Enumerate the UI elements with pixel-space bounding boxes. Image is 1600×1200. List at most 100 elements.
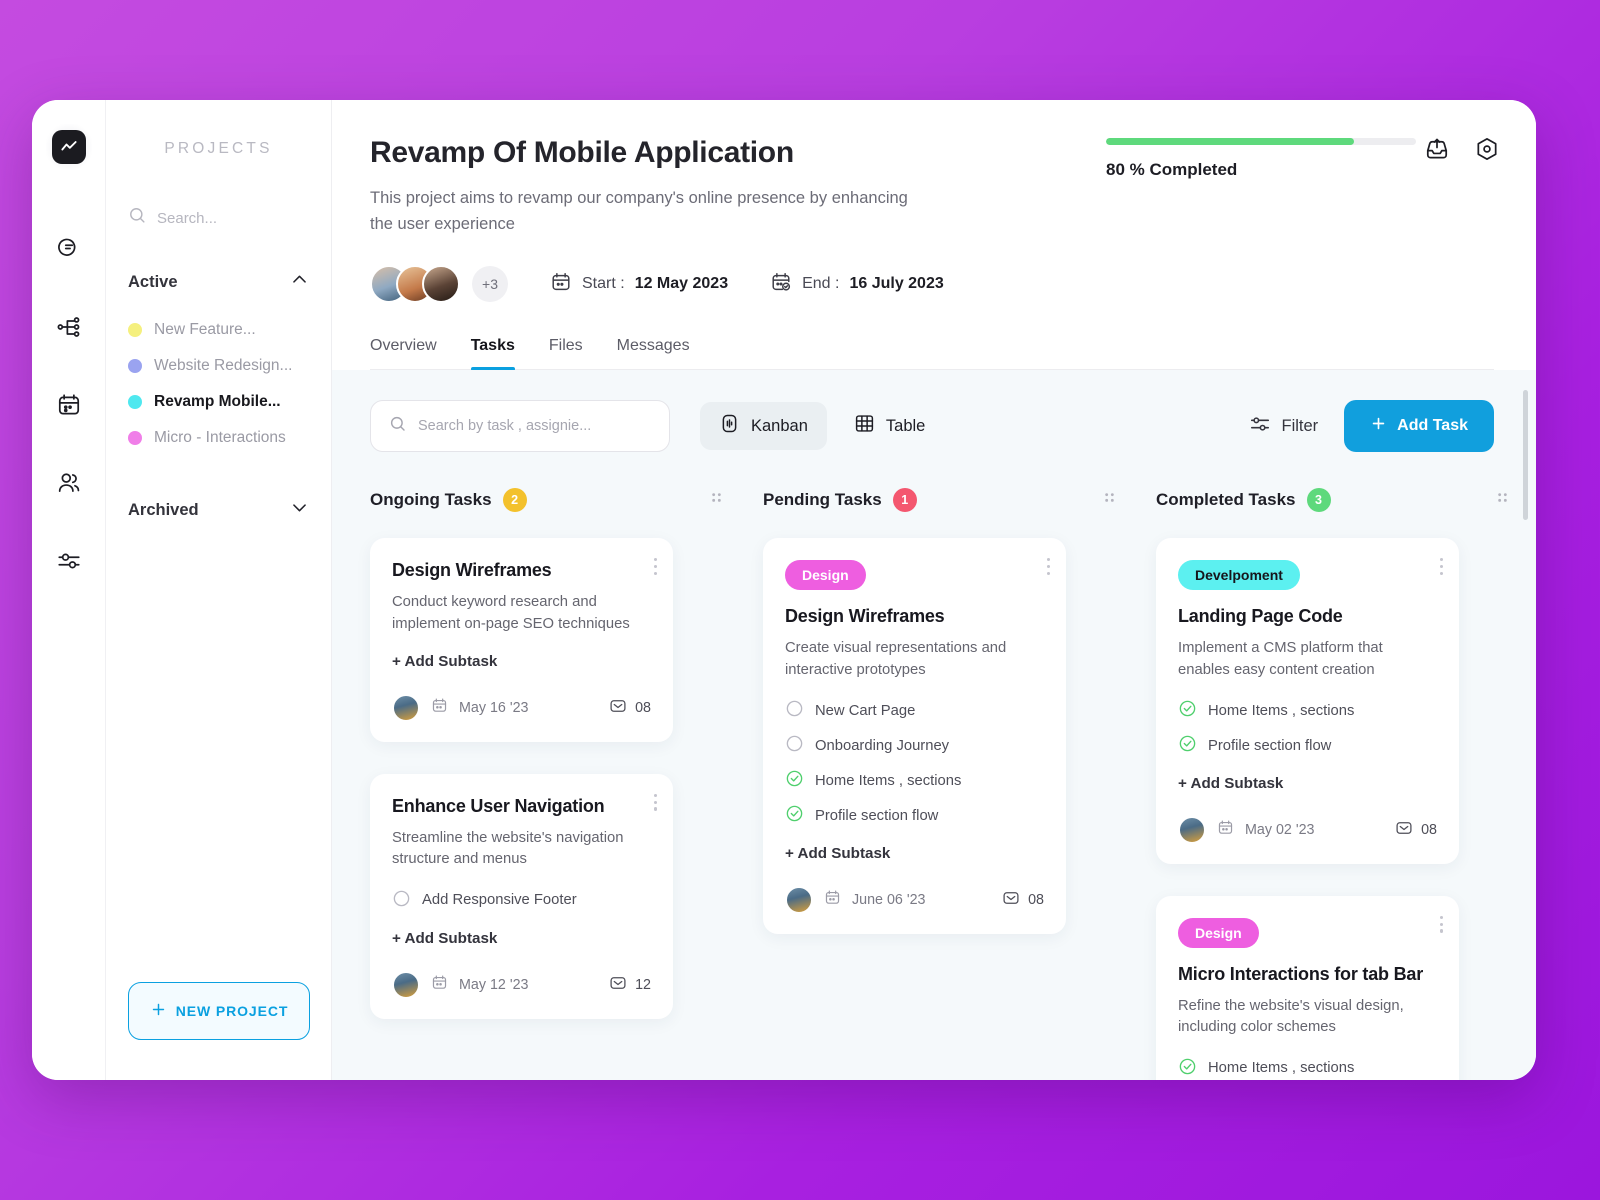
progress-bar <box>1106 138 1416 145</box>
card-date: May 12 '23 <box>459 976 529 993</box>
subtask-checked-icon[interactable] <box>1178 699 1197 722</box>
card-menu-icon[interactable] <box>1046 558 1050 575</box>
view-table-button[interactable]: Table <box>835 402 944 450</box>
comment-icon[interactable] <box>1002 889 1020 911</box>
sidebar-search[interactable] <box>128 206 309 230</box>
view-kanban-label: Kanban <box>751 416 808 435</box>
comment-icon[interactable] <box>609 697 627 719</box>
rail-item-people[interactable] <box>46 460 92 506</box>
column-grip-icon[interactable] <box>708 489 725 511</box>
subtask-checked-icon[interactable] <box>785 769 804 792</box>
board-area: Kanban Table <box>332 370 1536 1080</box>
subtask-item[interactable]: Home Items , sections <box>785 769 1044 792</box>
subtask-checked-icon[interactable] <box>785 804 804 827</box>
comment-icon[interactable] <box>609 974 627 996</box>
task-card[interactable]: Design Design Wireframes Create visual r… <box>763 538 1066 935</box>
card-menu-icon[interactable] <box>653 794 657 811</box>
card-menu-icon[interactable] <box>653 558 657 575</box>
tab-messages[interactable]: Messages <box>617 337 690 369</box>
subtask-item[interactable]: Profile section flow <box>1178 734 1437 757</box>
avatar <box>422 265 460 304</box>
tab-tasks[interactable]: Tasks <box>470 337 516 371</box>
comment-icon[interactable] <box>1395 819 1413 841</box>
subtask-item[interactable]: Home Items , sections <box>1178 1057 1437 1080</box>
subtask-item[interactable]: Home Items , sections <box>1178 699 1437 722</box>
rail-item-settings[interactable] <box>46 538 92 584</box>
add-task-label: Add Task <box>1397 417 1468 435</box>
new-project-button[interactable]: NEW PROJECT <box>128 982 310 1040</box>
add-task-button[interactable]: Add Task <box>1344 400 1494 453</box>
add-subtask-button[interactable]: + Add Subtask <box>392 930 651 947</box>
project-item-3[interactable]: Micro - Interactions <box>128 420 309 456</box>
subtask-item[interactable]: Profile section flow <box>785 804 1044 827</box>
project-color-dot <box>128 323 142 337</box>
task-card[interactable]: Enhance User Navigation Streamline the w… <box>370 774 673 1019</box>
card-comments[interactable]: 08 <box>1395 819 1437 841</box>
main-area: Revamp Of Mobile Application This projec… <box>332 100 1536 1080</box>
chevron-down-icon[interactable] <box>290 498 309 522</box>
project-item-2[interactable]: Revamp Mobile... <box>128 384 309 420</box>
subtask-unchecked-icon[interactable] <box>785 699 804 722</box>
comment-count: 08 <box>1421 822 1437 839</box>
card-menu-icon[interactable] <box>1439 558 1443 575</box>
card-menu-icon[interactable] <box>1439 916 1443 933</box>
task-search-input[interactable] <box>418 418 651 435</box>
end-date: End : 16 July 2023 <box>770 271 944 298</box>
card-tag: Design <box>785 560 866 591</box>
chevron-up-icon[interactable] <box>290 270 309 294</box>
subtask-unchecked-icon[interactable] <box>785 734 804 757</box>
column-grip-icon[interactable] <box>1101 489 1118 511</box>
subtask-unchecked-icon[interactable] <box>392 889 411 912</box>
inbox-download-icon[interactable] <box>1424 136 1450 167</box>
end-label: End : <box>802 275 840 293</box>
card-footer: June 06 '23 08 <box>785 886 1044 915</box>
calendar-small-icon <box>431 974 448 996</box>
active-group-header[interactable]: Active <box>128 270 309 294</box>
card-tag: Develpoment <box>1178 560 1300 591</box>
card-comments[interactable]: 08 <box>1002 889 1044 911</box>
task-card[interactable]: Design Wireframes Conduct keyword resear… <box>370 538 673 743</box>
comment-count: 08 <box>635 700 651 717</box>
rail-item-calendar[interactable] <box>46 382 92 428</box>
tab-files[interactable]: Files <box>549 337 583 369</box>
project-item-1[interactable]: Website Redesign... <box>128 348 309 384</box>
board-scrollbar[interactable] <box>1523 390 1528 521</box>
activity-logo-icon <box>51 130 86 164</box>
subtask-item[interactable]: New Cart Page <box>785 699 1044 722</box>
add-subtask-button[interactable]: + Add Subtask <box>392 653 651 670</box>
sliders-icon <box>56 548 82 574</box>
card-title: Enhance User Navigation <box>392 796 605 817</box>
project-color-dot <box>128 395 142 409</box>
archived-group-header[interactable]: Archived <box>128 498 309 522</box>
kanban-column: Pending Tasks 1 Design Design Wireframes… <box>763 488 1156 966</box>
task-card[interactable]: Develpoment Landing Page Code Implement … <box>1156 538 1459 865</box>
subtask-item[interactable]: Onboarding Journey <box>785 734 1044 757</box>
settings-hexagon-icon[interactable] <box>1474 136 1500 167</box>
subtask-label: Profile section flow <box>1208 737 1332 754</box>
filter-button[interactable]: Filter <box>1249 413 1318 440</box>
tab-overview[interactable]: Overview <box>370 337 437 369</box>
rail-item-messages[interactable] <box>46 226 92 272</box>
projects-sidebar: PROJECTS Active New Feature... Website R… <box>106 100 332 1080</box>
card-title: Landing Page Code <box>1178 606 1343 627</box>
calendar-check-icon <box>770 271 792 298</box>
add-subtask-button[interactable]: + Add Subtask <box>785 845 1044 862</box>
view-kanban-button[interactable]: Kanban <box>700 402 827 451</box>
subtask-list: Home Items , sections Profile section flo… <box>1178 699 1437 757</box>
task-search[interactable] <box>370 400 670 453</box>
subtask-checked-icon[interactable] <box>1178 734 1197 757</box>
subtask-item[interactable]: Add Responsive Footer <box>392 889 651 912</box>
avatar-group[interactable] <box>370 265 460 304</box>
task-card[interactable]: Design Micro Interactions for tab Bar Re… <box>1156 896 1459 1080</box>
app-window: PROJECTS Active New Feature... Website R… <box>32 100 1536 1080</box>
subtask-checked-icon[interactable] <box>1178 1057 1197 1080</box>
card-comments[interactable]: 12 <box>609 974 651 996</box>
project-item-0[interactable]: New Feature... <box>128 312 309 348</box>
sidebar-search-input[interactable] <box>157 209 307 227</box>
card-comments[interactable]: 08 <box>609 697 651 719</box>
column-grip-icon[interactable] <box>1494 489 1511 511</box>
avatar-overflow[interactable]: +3 <box>472 266 508 303</box>
rail-item-projects[interactable] <box>46 304 92 350</box>
add-subtask-button[interactable]: + Add Subtask <box>1178 775 1437 792</box>
app-logo[interactable] <box>45 124 92 170</box>
